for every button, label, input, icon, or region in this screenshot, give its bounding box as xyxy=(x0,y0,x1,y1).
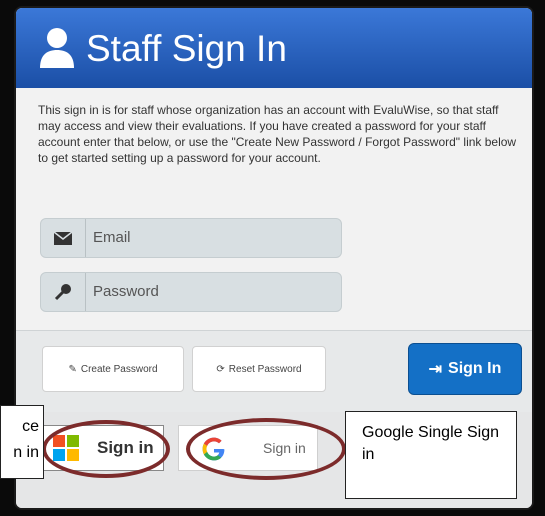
user-icon xyxy=(40,28,74,68)
reset-password-label: Reset Password xyxy=(228,363,302,375)
key-icon xyxy=(41,273,86,311)
panel-header: Staff Sign In xyxy=(16,8,532,88)
create-password-label: Create Password xyxy=(80,363,158,375)
password-field[interactable]: Password xyxy=(40,272,342,312)
email-field[interactable]: Email xyxy=(40,218,342,258)
annotation-callout-left: ce n in xyxy=(0,405,44,479)
refresh-icon: ⟳ xyxy=(216,363,225,375)
intro-text: This sign in is for staff whose organiza… xyxy=(38,103,517,165)
annotation-callout-google: Google Single Sign in xyxy=(345,411,517,499)
sign-in-arrow-icon: ⇥ xyxy=(428,361,443,378)
callout-left-line2: n in xyxy=(13,444,39,461)
pencil-icon: ✎ xyxy=(68,363,77,375)
page-title: Staff Sign In xyxy=(86,28,287,69)
email-placeholder: Email xyxy=(93,229,131,246)
annotation-oval-microsoft xyxy=(42,420,170,478)
annotation-oval-google xyxy=(186,418,346,480)
reset-password-button[interactable]: ⟳ Reset Password xyxy=(192,346,326,392)
callout-left-line1: ce xyxy=(22,418,39,435)
envelope-icon xyxy=(41,219,86,257)
create-password-button[interactable]: ✎ Create Password xyxy=(42,346,184,392)
sign-in-button[interactable]: ⇥ Sign In xyxy=(408,343,522,395)
sign-in-label: Sign In xyxy=(448,360,502,377)
password-placeholder: Password xyxy=(93,283,159,300)
